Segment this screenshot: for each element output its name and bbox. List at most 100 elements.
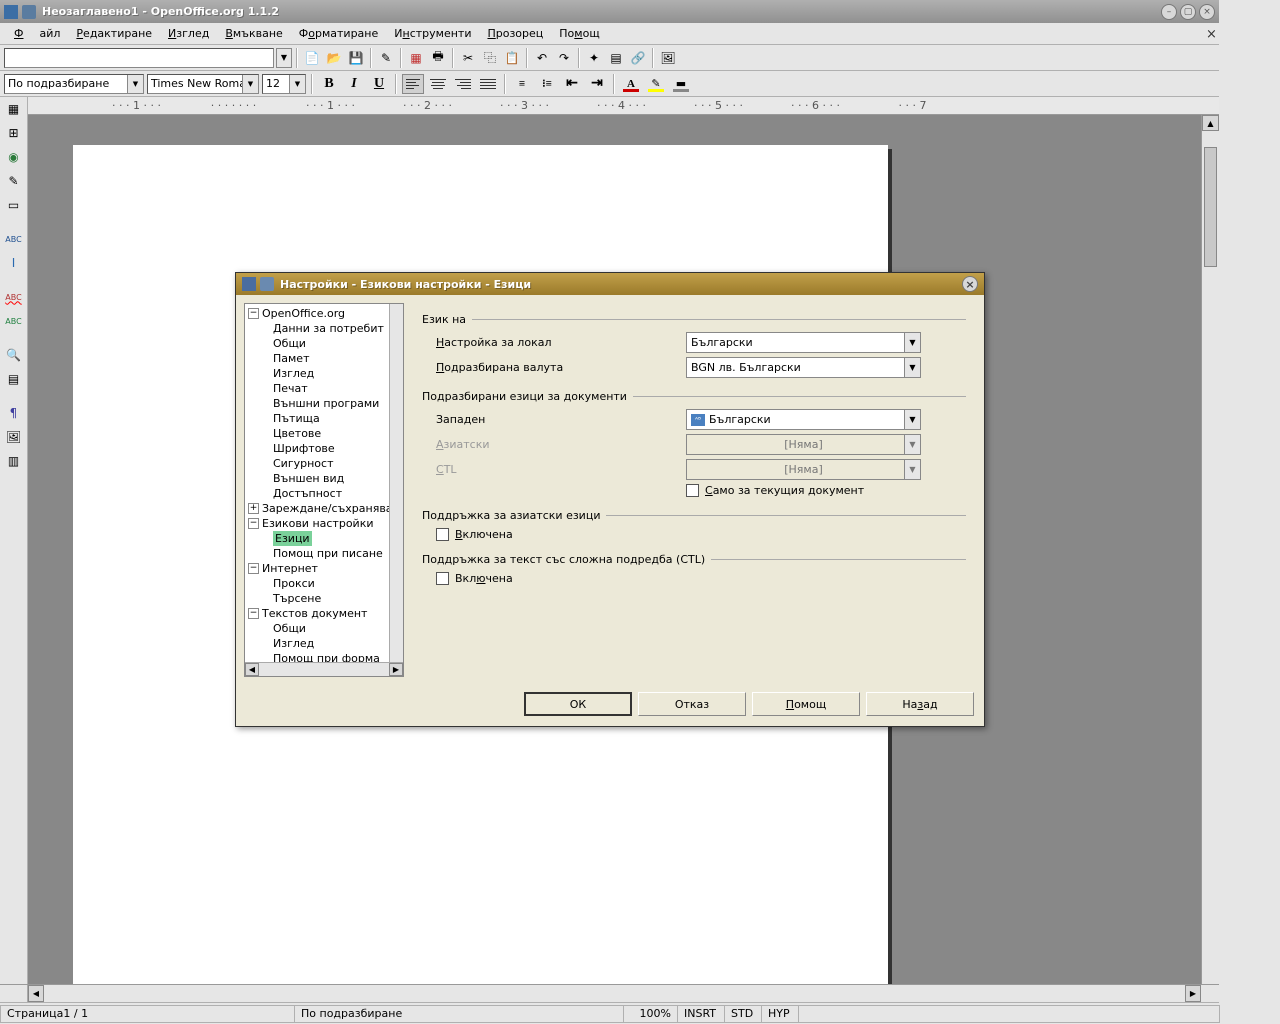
menu-insert[interactable]: Вмъкване xyxy=(217,24,290,43)
status-zoom[interactable]: 100% xyxy=(623,1005,678,1023)
pdf-icon[interactable]: ▦ xyxy=(406,48,426,68)
western-select[interactable]: ᴬᴮБългарски▼ xyxy=(686,409,921,430)
tree-vertical-scrollbar[interactable] xyxy=(389,304,403,662)
gallery-icon[interactable]: 🖼 xyxy=(658,48,678,68)
spellcheck-icon[interactable]: ABC xyxy=(4,229,24,249)
graphics-icon[interactable]: 🖼 xyxy=(4,427,24,447)
cut-icon[interactable]: ✂ xyxy=(458,48,478,68)
locale-select[interactable]: Български▼ xyxy=(686,332,921,353)
back-button[interactable]: Назад xyxy=(866,692,974,716)
insert-draw-icon[interactable]: ✎ xyxy=(4,171,24,191)
expand-icon[interactable]: + xyxy=(248,503,259,514)
minimize-button[interactable]: – xyxy=(1161,4,1177,20)
ctl-enabled-checkbox[interactable] xyxy=(436,572,449,585)
find-icon[interactable]: 🔍 xyxy=(4,345,24,365)
statusbar: Страница1 / 1 По подразбиране 100% INSRT… xyxy=(0,1002,1219,1024)
dialog-close-button[interactable]: × xyxy=(962,276,978,292)
ctl-select: [Няма]▼ xyxy=(686,459,921,480)
background-color-button[interactable]: ▬ xyxy=(670,74,692,94)
tree-horizontal-scrollbar[interactable]: ◀▶ xyxy=(245,662,403,676)
bullet-list-button[interactable]: ⁝≡ xyxy=(536,74,558,94)
edit-doc-icon[interactable]: ✎ xyxy=(376,48,396,68)
paste-icon[interactable]: 📋 xyxy=(502,48,522,68)
align-justify-button[interactable] xyxy=(477,74,499,94)
url-dropdown[interactable]: ▼ xyxy=(276,48,292,68)
app-doc-icon xyxy=(4,5,18,19)
online-layout-icon[interactable]: ▥ xyxy=(4,451,24,471)
save-icon[interactable]: 💾 xyxy=(346,48,366,68)
horizontal-scrollbar[interactable]: ◀ ▶ xyxy=(0,984,1219,1002)
data-sources-icon[interactable]: ▤ xyxy=(4,369,24,389)
undo-icon[interactable]: ↶ xyxy=(532,48,552,68)
font-color-button[interactable]: A xyxy=(620,74,642,94)
font-size-combo[interactable]: 12▼ xyxy=(262,74,306,94)
cursor-icon[interactable]: I xyxy=(4,253,24,273)
currency-select[interactable]: BGN лв. Български▼ xyxy=(686,357,921,378)
doc-close-button[interactable]: × xyxy=(1198,26,1214,40)
increase-indent-button[interactable]: ⇥ xyxy=(586,74,608,94)
menu-file[interactable]: Файл xyxy=(6,24,68,43)
status-hyp[interactable]: HYP xyxy=(761,1005,799,1023)
insert-fields-icon[interactable]: ⊞ xyxy=(4,123,24,143)
expand-icon[interactable]: − xyxy=(248,563,259,574)
new-doc-icon[interactable]: 📄 xyxy=(302,48,322,68)
stylist-icon[interactable]: ▤ xyxy=(606,48,626,68)
open-icon[interactable]: 📂 xyxy=(324,48,344,68)
options-tree[interactable]: −OpenOffice.org Данни за потребит Общи П… xyxy=(244,303,404,677)
form-icon[interactable]: ▭ xyxy=(4,195,24,215)
status-std[interactable]: STD xyxy=(724,1005,762,1023)
font-name-combo[interactable]: Times New Roma▼ xyxy=(147,74,259,94)
expand-icon[interactable]: − xyxy=(248,608,259,619)
horizontal-ruler[interactable]: · · · 1 · · · · · · · · · · · · · 1 · · … xyxy=(28,97,1219,115)
autospell-icon[interactable]: ABC xyxy=(4,287,24,307)
ok-button[interactable]: ОК xyxy=(524,692,632,716)
dialog-button-row: ОК Отказ Помощ Назад xyxy=(236,685,984,726)
help-button[interactable]: Помощ xyxy=(752,692,860,716)
url-input[interactable] xyxy=(4,48,274,68)
expand-icon[interactable]: − xyxy=(248,518,259,529)
label-asian: Азиатски xyxy=(436,438,686,451)
group-asian-support: Поддръжка за азиатски езици xyxy=(422,509,600,522)
decrease-indent-button[interactable]: ⇤ xyxy=(561,74,583,94)
asian-enabled-checkbox[interactable] xyxy=(436,528,449,541)
print-icon[interactable]: 🖶 xyxy=(428,48,448,68)
numbered-list-button[interactable]: ≡ xyxy=(511,74,533,94)
menu-edit[interactable]: Редактиране xyxy=(68,24,160,43)
align-right-button[interactable] xyxy=(452,74,474,94)
copy-icon[interactable]: ⿻ xyxy=(480,48,500,68)
formatting-toolbar: По подразбиране▼ Times New Roma▼ 12▼ B I… xyxy=(0,71,1219,97)
hyperlink-icon[interactable]: 🔗 xyxy=(628,48,648,68)
menu-format[interactable]: Форматиране xyxy=(291,24,386,43)
menu-help[interactable]: Помощ xyxy=(551,24,607,43)
group-ctl-support: Поддръжка за текст със сложна подредба (… xyxy=(422,553,705,566)
nonprinting-icon[interactable]: ¶ xyxy=(4,403,24,423)
redo-icon[interactable]: ↷ xyxy=(554,48,574,68)
bold-button[interactable]: B xyxy=(318,74,340,94)
menu-view[interactable]: Изглед xyxy=(160,24,217,43)
maximize-button[interactable]: ▢ xyxy=(1180,4,1196,20)
cancel-button[interactable]: Отказ xyxy=(638,692,746,716)
insert-table-icon[interactable]: ▦ xyxy=(4,99,24,119)
highlight-button[interactable]: ✎ xyxy=(645,74,667,94)
align-center-button[interactable] xyxy=(427,74,449,94)
menu-window[interactable]: Прозорец xyxy=(479,24,551,43)
align-left-button[interactable] xyxy=(402,74,424,94)
menu-tools[interactable]: Инструменти xyxy=(386,24,479,43)
vertical-scrollbar[interactable]: ▲ xyxy=(1201,115,1219,984)
navigator-icon[interactable]: ✦ xyxy=(584,48,604,68)
close-button[interactable]: × xyxy=(1199,4,1215,20)
group-default-langs: Подразбирани езици за документи xyxy=(422,390,627,403)
italic-button[interactable]: I xyxy=(343,74,365,94)
asian-select: [Няма]▼ xyxy=(686,434,921,455)
label-ctl: CTL xyxy=(436,463,686,476)
menubar: Файл Редактиране Изглед Вмъкване Формати… xyxy=(0,23,1219,45)
only-current-doc-checkbox[interactable] xyxy=(686,484,699,497)
dialog-title: Настройки - Езикови настройки - Езици xyxy=(280,278,962,291)
label-locale: Настройка за локал xyxy=(436,336,686,349)
paragraph-style-combo[interactable]: По подразбиране▼ xyxy=(4,74,144,94)
autotext-icon[interactable]: ABC xyxy=(4,311,24,331)
insert-object-icon[interactable]: ◉ xyxy=(4,147,24,167)
underline-button[interactable]: U xyxy=(368,74,390,94)
expand-icon[interactable]: − xyxy=(248,308,259,319)
status-insert[interactable]: INSRT xyxy=(677,1005,725,1023)
